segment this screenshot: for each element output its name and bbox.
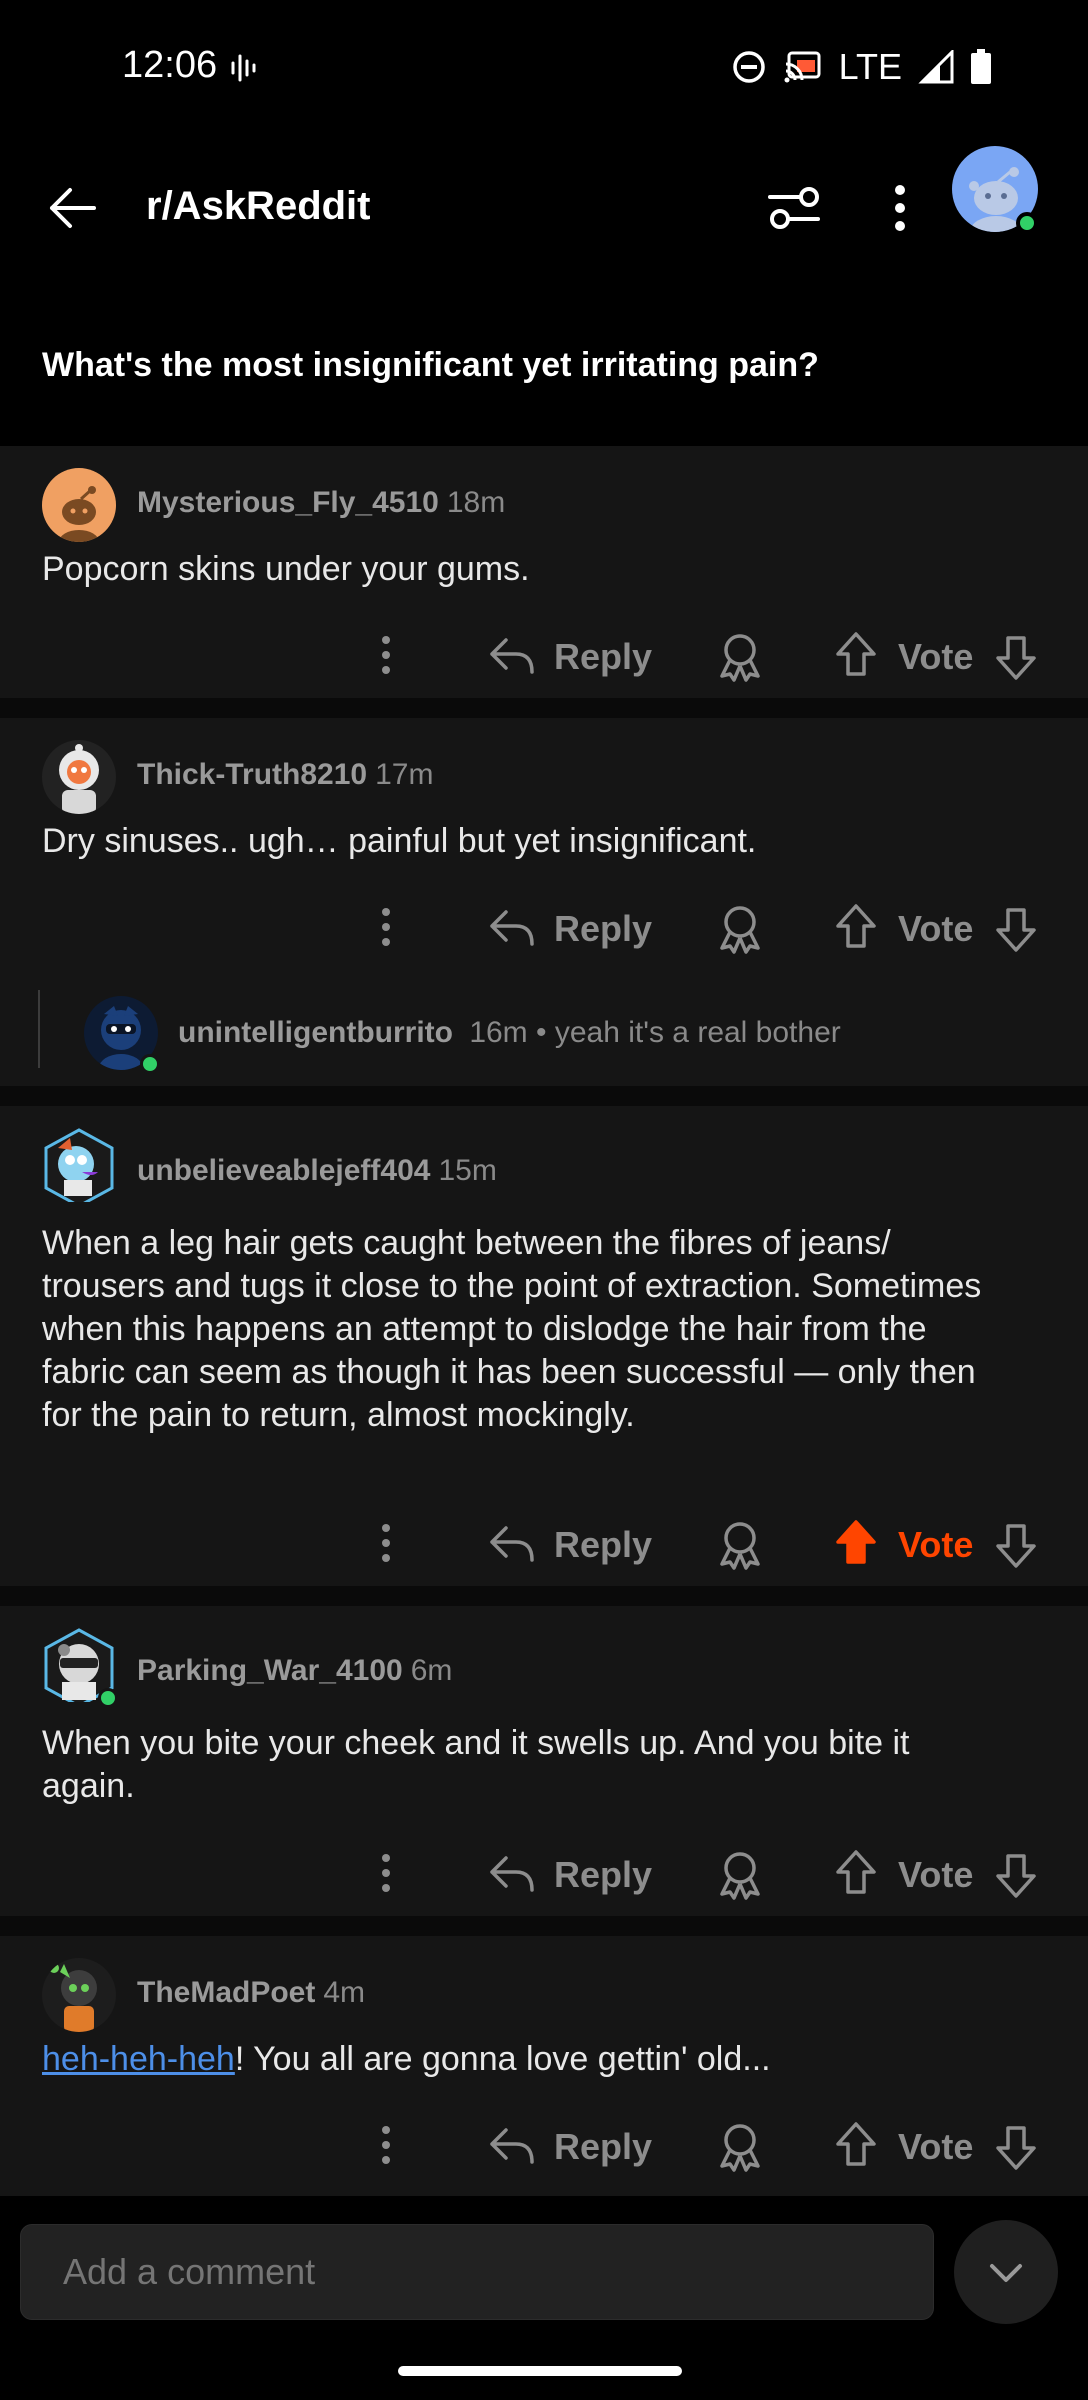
status-time: 12:06: [122, 44, 218, 86]
reply-preview: unintelligentburrito 16m • yeah it's a r…: [178, 1016, 841, 1050]
reply-button[interactable]: Reply: [554, 636, 652, 678]
online-status-dot: [98, 1688, 118, 1708]
more-options-icon[interactable]: [368, 630, 404, 680]
more-options-icon[interactable]: [368, 1848, 404, 1898]
status-bar: 12:06 LTE: [0, 0, 1088, 130]
downvote-icon[interactable]: [994, 1520, 1038, 1570]
network-type: LTE: [838, 46, 902, 87]
reply-time: 16m: [469, 1016, 528, 1049]
divider: [0, 1916, 1088, 1936]
do-not-disturb-icon: [731, 49, 767, 85]
award-icon[interactable]: [716, 902, 764, 956]
comment-actions: Reply Vote: [0, 1510, 1088, 1580]
divider: [0, 1086, 1088, 1106]
comment-time: 15m: [438, 1154, 497, 1187]
comment-card: TheMadPoet 4m heh-heh-heh! You all are go…: [0, 1936, 1088, 2196]
comment-time: 6m: [410, 1654, 453, 1687]
reply-icon[interactable]: [488, 2124, 536, 2168]
comment-actions: Reply Vote: [0, 622, 1088, 692]
award-icon[interactable]: [716, 2120, 764, 2174]
more-options-icon[interactable]: [368, 902, 404, 952]
subreddit-name[interactable]: r/AskReddit: [146, 184, 371, 229]
comment-actions: Reply Vote: [0, 2112, 1088, 2182]
app-bar: r/AskReddit: [0, 130, 1088, 280]
reply-button[interactable]: Reply: [554, 2126, 652, 2168]
comment-actions: Reply Vote: [0, 894, 1088, 964]
upvote-icon[interactable]: [834, 630, 878, 680]
more-options-icon[interactable]: [880, 180, 920, 236]
vote-count: Vote: [898, 1854, 974, 1895]
avatar[interactable]: [42, 468, 116, 542]
signal-icon: [918, 50, 954, 84]
vote-count: Vote: [898, 1524, 974, 1565]
back-arrow-icon[interactable]: [44, 180, 100, 236]
downvote-icon[interactable]: [994, 1850, 1038, 1900]
comment-body: Popcorn skins under your gums.: [42, 550, 530, 588]
comment-body: When a leg hair gets caught between the …: [42, 1224, 982, 1434]
add-comment-input[interactable]: [20, 2224, 934, 2320]
chevron-down-icon: [990, 2264, 1022, 2282]
comment-author[interactable]: Mysterious_Fly_4510 18m: [137, 486, 505, 520]
avatar[interactable]: [42, 1128, 116, 1202]
award-icon[interactable]: [716, 630, 764, 684]
divider: [0, 1586, 1088, 1606]
collapsed-reply[interactable]: unintelligentburrito 16m • yeah it's a r…: [0, 980, 1088, 1080]
reply-icon[interactable]: [488, 1852, 536, 1896]
battery-icon: [970, 49, 992, 85]
downvote-icon[interactable]: [994, 632, 1038, 682]
comment-time: 17m: [375, 758, 434, 791]
more-options-icon[interactable]: [368, 1518, 404, 1568]
avatar[interactable]: [42, 740, 116, 814]
comment-composer-bar: [0, 2196, 1088, 2400]
comment-card: Mysterious_Fly_4510 18m Popcorn skins und…: [0, 446, 1088, 698]
thread-line: [38, 990, 40, 1068]
jump-next-comment-button[interactable]: [954, 2220, 1058, 2324]
reply-author[interactable]: unintelligentburrito: [178, 1016, 453, 1049]
more-options-icon[interactable]: [368, 2120, 404, 2170]
comment-body: heh-heh-heh! You all are gonna love gett…: [42, 2040, 771, 2078]
sound-wave-icon: [230, 52, 260, 84]
comment-body: Dry sinuses.. ugh… painful but yet insig…: [42, 822, 757, 860]
comment-actions: Reply Vote: [0, 1840, 1088, 1910]
comment-author[interactable]: Thick-Truth8210 17m: [137, 758, 433, 792]
downvote-icon[interactable]: [994, 2122, 1038, 2172]
status-icons: LTE: [731, 46, 992, 88]
reply-button[interactable]: Reply: [554, 1854, 652, 1896]
vote-count: Vote: [898, 908, 974, 949]
reply-icon[interactable]: [488, 906, 536, 950]
comment-author[interactable]: unbelieveablejeff404 15m: [137, 1154, 497, 1188]
cast-icon: [783, 50, 823, 84]
reply-button[interactable]: Reply: [554, 1524, 652, 1566]
comment-author[interactable]: Parking_War_4100 6m: [137, 1654, 452, 1688]
reply-icon[interactable]: [488, 1522, 536, 1566]
upvote-icon[interactable]: [834, 1848, 878, 1898]
vote-count: Vote: [898, 2126, 974, 2167]
reply-button[interactable]: Reply: [554, 908, 652, 950]
upvote-icon[interactable]: [834, 902, 878, 952]
sort-filter-icon[interactable]: [764, 180, 824, 236]
upvote-icon-active[interactable]: [834, 1518, 878, 1568]
award-icon[interactable]: [716, 1518, 764, 1572]
post-title[interactable]: What's the most insignificant yet irrita…: [42, 346, 819, 385]
comment-card: Parking_War_4100 6m When you bite your ch…: [0, 1606, 1088, 1916]
award-icon[interactable]: [716, 1848, 764, 1902]
comment-card: unbelieveablejeff404 15m When a leg hair …: [0, 1106, 1088, 1586]
avatar[interactable]: [42, 1958, 116, 2032]
comment-author[interactable]: TheMadPoet 4m: [137, 1976, 365, 2010]
upvote-icon[interactable]: [834, 2120, 878, 2170]
divider: [0, 698, 1088, 718]
comment-time: 18m: [446, 486, 506, 519]
online-status-dot: [140, 1054, 160, 1074]
vote-count: Vote: [898, 636, 974, 677]
comment-card: Thick-Truth8210 17m Dry sinuses.. ugh… pa…: [0, 718, 1088, 1086]
online-status-dot: [1016, 212, 1038, 234]
post-header: What's the most insignificant yet irrita…: [0, 280, 1088, 446]
comment-time: 4m: [323, 1976, 366, 2009]
home-indicator[interactable]: [398, 2366, 682, 2376]
downvote-icon[interactable]: [994, 904, 1038, 954]
reply-icon[interactable]: [488, 634, 536, 678]
comment-body: When you bite your cheek and it swells u…: [42, 1724, 910, 1805]
user-mention-link[interactable]: heh-heh-heh: [42, 2040, 235, 2078]
reply-snippet: • yeah it's a real bother: [536, 1016, 841, 1049]
